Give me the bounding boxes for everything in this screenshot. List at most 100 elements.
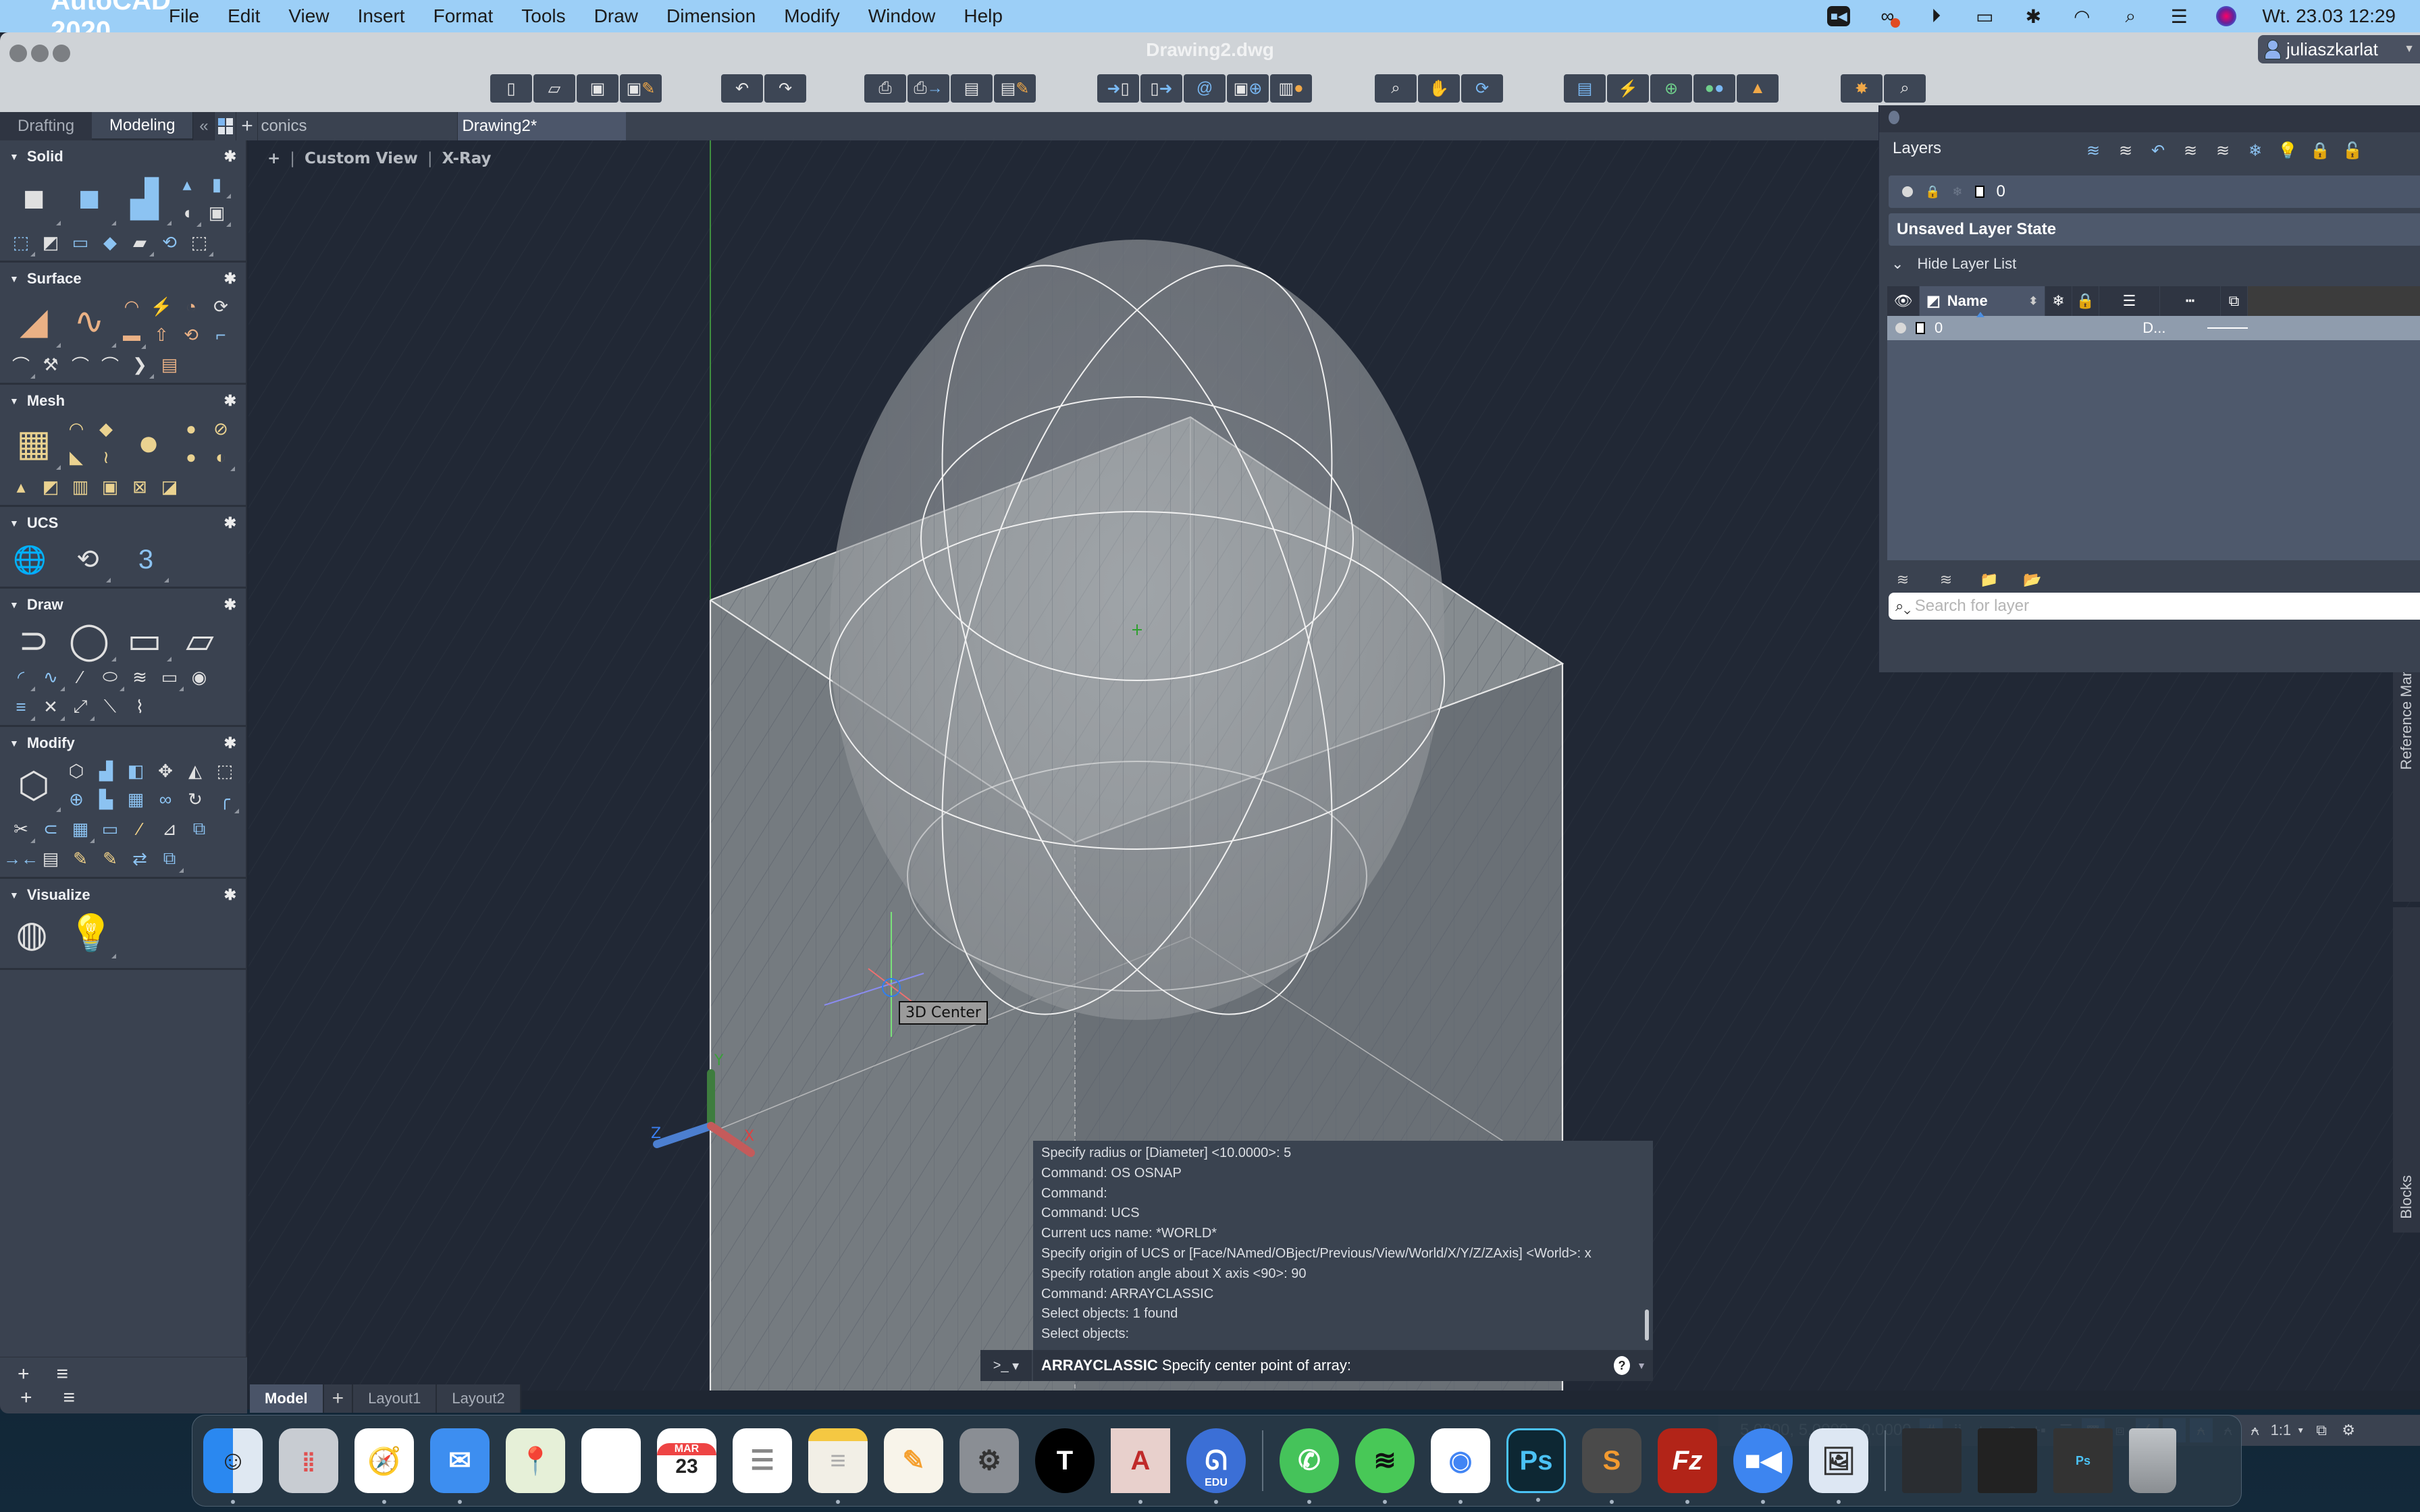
help-icon[interactable]: ? [1614, 1356, 1630, 1375]
network-surface-icon[interactable]: ◢ [8, 295, 61, 348]
surface-extend-icon[interactable]: ⇧ [149, 322, 174, 348]
multiline-icon[interactable]: ⟍ [97, 694, 123, 720]
menu-window[interactable]: Window [868, 5, 936, 27]
match-properties-icon[interactable]: ⊕ [1650, 74, 1692, 103]
remove-cv-icon[interactable]: ⌒ [97, 352, 123, 377]
annotation-scale-dropdown[interactable]: ▼ [2295, 1418, 2306, 1442]
convert-smooth-opt-icon[interactable]: ⊠ [127, 474, 153, 500]
siri-icon[interactable] [2216, 6, 2237, 26]
layer-properties-icon[interactable]: ≋ [1936, 570, 1956, 590]
align-icon[interactable]: ▟ [93, 758, 119, 784]
workspace-switch-icon[interactable]: ⧉ [2310, 1418, 2333, 1442]
layer-color-swatch[interactable] [1916, 322, 1925, 334]
find-icon[interactable]: ✸ [1841, 74, 1883, 103]
gear-icon[interactable]: ✱ [224, 734, 236, 752]
hide-layer-list-toggle[interactable]: ⌄ Hide Layer List [1889, 251, 2016, 277]
recent-commands-button[interactable]: >_ ▾ [980, 1350, 1033, 1381]
user-account-menu[interactable]: juliaszkarlat ▼ [2258, 35, 2420, 63]
collapse-triangle-icon[interactable]: ▼ [9, 273, 19, 284]
solid-edit-face-icon[interactable]: ▭ [97, 816, 123, 842]
dock-photoshop[interactable]: Ps [1506, 1428, 1566, 1502]
crease-icon[interactable]: ◐ [208, 444, 235, 471]
gear-icon[interactable]: ✱ [224, 392, 236, 410]
visibility-column-header[interactable]: 👁 [1887, 286, 1920, 316]
3d-array-icon[interactable]: ▦ [123, 786, 149, 812]
new-layer-icon[interactable]: ≋ [2082, 139, 2105, 162]
helix-icon[interactable]: ≋ [127, 664, 153, 690]
palette-settings-icon[interactable]: ≡ [63, 1386, 76, 1409]
orbit-icon[interactable]: ⟳ [1461, 74, 1503, 103]
subtract-icon[interactable]: ◩ [38, 230, 63, 255]
isolate-layer-icon[interactable]: ≋ [2179, 139, 2202, 162]
ucs-world-icon[interactable]: 🌐 [8, 538, 51, 581]
redo-icon[interactable]: ↷ [764, 74, 806, 103]
ucs-x-rotate-icon[interactable]: ⟲ [66, 538, 111, 583]
gear-icon[interactable]: ✱ [224, 514, 236, 532]
undo-icon[interactable]: ↶ [721, 74, 763, 103]
new-group-filter-icon[interactable]: 📁 [1979, 570, 1999, 590]
circle-icon[interactable]: ◯ [63, 620, 116, 662]
new-icon[interactable]: ▯ [490, 74, 532, 103]
dock-safari[interactable]: 🧭 [354, 1428, 414, 1504]
freeze-layer-icon[interactable]: ❄ [2244, 139, 2267, 162]
pan-icon[interactable]: ✋ [1418, 74, 1460, 103]
centerline-icon[interactable]: ≡ [8, 694, 35, 721]
gear-icon[interactable]: ✱ [224, 148, 236, 165]
collapse-triangle-icon[interactable]: ▼ [9, 518, 19, 529]
surface-trim-icon[interactable]: ◔ [178, 294, 204, 319]
dock-pages[interactable]: ✎ [884, 1428, 943, 1493]
command-options-dropdown[interactable]: ▼ [1630, 1360, 1653, 1371]
linetype-column-header[interactable]: ┅ [2160, 286, 2221, 316]
spline-icon[interactable]: ∿ [38, 664, 65, 691]
thicken-icon[interactable]: ▰ [127, 230, 154, 256]
menu-format[interactable]: Format [433, 5, 494, 27]
layer-match-icon[interactable]: ● ● [1693, 74, 1735, 103]
menu-modify[interactable]: Modify [784, 5, 839, 27]
materials-icon[interactable]: ◍ [8, 910, 55, 957]
planar-surface-icon[interactable]: ▱ [174, 620, 226, 661]
refine-mesh-icon[interactable]: ⊘ [208, 416, 234, 441]
solid-edit-icon[interactable]: ⬚ [186, 230, 213, 256]
blend-surface-icon[interactable]: ∿ [63, 295, 116, 348]
dock-recent-chrome-window[interactable] [1978, 1428, 2037, 1493]
blocks-tab[interactable]: Blocks [2393, 907, 2420, 1233]
loft-icon[interactable]: ▭ [68, 230, 93, 255]
search-icon[interactable]: ⌕⌄ [1895, 597, 1911, 615]
purge-icon[interactable]: ▲ [1737, 74, 1779, 103]
dock-photos[interactable]: ✿ [581, 1428, 641, 1493]
drawing-grid-view-button[interactable] [214, 112, 236, 140]
cv-edit-icon[interactable]: ⌒ [8, 352, 35, 379]
mesh-extrude-icon[interactable]: ▴ [8, 474, 34, 500]
page-setup-icon[interactable]: ▤ [951, 74, 993, 103]
3d-move-icon[interactable]: ⬡ [63, 758, 89, 784]
analysis-options-icon[interactable]: ▤ [157, 352, 182, 377]
collapse-triangle-icon[interactable]: ▼ [9, 738, 19, 749]
convert-to-surface-icon[interactable]: ⟲ [178, 322, 204, 348]
dock-system-preferences[interactable]: ⚙ [959, 1428, 1019, 1493]
control-center-icon[interactable]: ☰ [2167, 6, 2190, 27]
split-face-icon[interactable]: ◩ [38, 474, 63, 500]
mesh-box-icon[interactable]: ▦ [8, 417, 61, 470]
shell-icon[interactable]: ▣ [204, 200, 231, 227]
array-icon[interactable]: ▦ [68, 816, 95, 843]
layer-on-icon[interactable] [1895, 323, 1906, 333]
revcloud-icon[interactable]: ▭ [157, 664, 184, 691]
dock-chrome[interactable]: ◉ [1431, 1428, 1490, 1504]
union-icon[interactable]: ▟ [119, 173, 172, 225]
dock-recent-photoshop-window[interactable]: Ps [2053, 1428, 2113, 1493]
dock-finder[interactable]: ☺ [203, 1428, 263, 1504]
doc-tab-conics[interactable]: conics [257, 112, 457, 140]
dock-calendar[interactable]: MAR 23 [657, 1428, 716, 1493]
copy-icon[interactable]: ∞ [153, 786, 178, 812]
mesh-edge-icon[interactable]: ◆ [93, 416, 119, 441]
edit-polyline-icon[interactable]: ✎ [68, 846, 93, 871]
collapse-triangle-icon[interactable]: ▼ [9, 151, 19, 162]
collapse-triangle-icon[interactable]: ▼ [9, 890, 19, 900]
view-menu-button[interactable]: Custom View [305, 150, 418, 167]
menu-help[interactable]: Help [964, 5, 1003, 27]
save-as-icon[interactable]: ▣ ✎ [620, 74, 662, 103]
settings-gear-icon[interactable]: ⚙ [2337, 1418, 2360, 1442]
3d-rotate-icon[interactable]: ⊕ [63, 786, 89, 812]
presspull-icon[interactable]: ▴ [174, 171, 200, 197]
bluetooth-icon[interactable]: ✱ [2022, 6, 2045, 27]
